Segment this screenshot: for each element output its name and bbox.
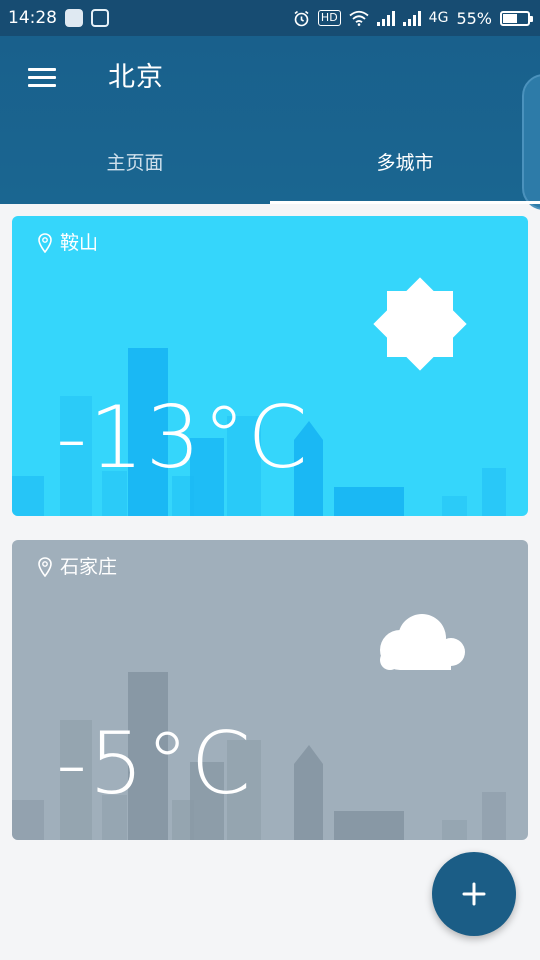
temperature-value: -13°C: [56, 388, 310, 488]
status-time: 14:28: [8, 8, 57, 28]
notification-app-icon: [65, 9, 83, 27]
location-pin-icon: [38, 557, 52, 577]
city-name-label: 鞍山: [60, 232, 99, 254]
city-name: 鞍山: [38, 230, 98, 256]
page-title: 北京: [108, 62, 164, 93]
signal-icon-sim1: [376, 10, 395, 26]
status-left: 14:28: [8, 0, 109, 36]
city-name: 石家庄: [38, 554, 117, 580]
location-pin-icon: [38, 233, 52, 253]
city-weather-card[interactable]: 石家庄 -5°C: [12, 540, 528, 840]
city-name-label: 石家庄: [60, 556, 118, 578]
status-bar: 14:28 HD 4G 55%: [0, 0, 540, 36]
hd-badge: HD: [317, 10, 341, 26]
screen: 14:28 HD 4G 55% 北京 主页面 多城市 鞍山 -13°C 石家庄 …: [0, 0, 540, 960]
status-right: HD 4G 55%: [293, 8, 533, 28]
tab-bar: 主页面 多城市: [0, 136, 540, 204]
network-type-label: 4G: [428, 10, 449, 26]
tab-home[interactable]: 主页面: [0, 136, 270, 204]
battery-percent: 55%: [456, 8, 492, 28]
cloud-icon: [380, 614, 465, 670]
sun-icon: [373, 277, 467, 371]
menu-icon[interactable]: [28, 68, 58, 90]
tab-multi-city[interactable]: 多城市: [270, 136, 540, 204]
battery-icon: [500, 10, 533, 26]
screenshot-icon: [91, 9, 109, 27]
city-weather-card[interactable]: 鞍山 -13°C: [12, 216, 528, 516]
alarm-icon: [294, 10, 309, 26]
add-city-button[interactable]: [432, 852, 516, 936]
wifi-icon: [349, 10, 369, 26]
app-bar: 北京 主页面 多城市: [0, 36, 540, 210]
battery-fill: [503, 13, 518, 23]
plus-icon: [462, 882, 486, 906]
signal-icon-sim2: [402, 10, 421, 26]
temperature-value: -5°C: [56, 714, 253, 814]
